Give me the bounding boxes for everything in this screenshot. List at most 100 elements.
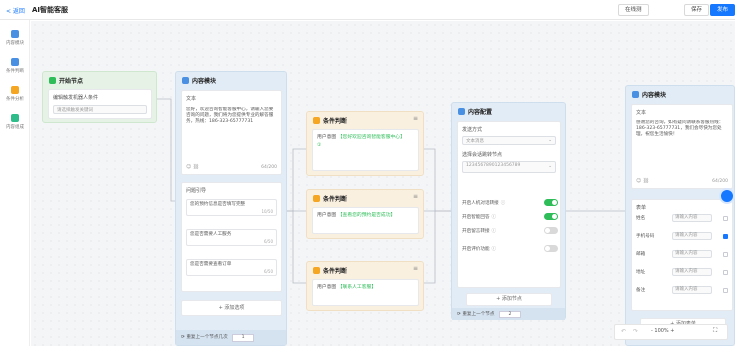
palette-item-compose[interactable]: 内容组成: [2, 114, 28, 130]
form-row-input[interactable]: 请输入内容: [672, 214, 712, 222]
send-mode-select[interactable]: 文本消息 ⌄: [462, 136, 556, 145]
zoom-toolbar: ↶ ↷ - 100% + ⛶: [614, 324, 728, 340]
info-icon: ⓘ: [491, 215, 497, 220]
guide-card: 问题引导 您的预约信息是否填写完整 10/50 您是否需要人工服务 6/50 您…: [181, 182, 282, 292]
palette-label: 内容模块: [6, 41, 24, 46]
form-row-label: 备注: [636, 288, 646, 293]
palette-item-content[interactable]: 内容模块: [2, 30, 28, 46]
repeat-input[interactable]: 1: [232, 334, 255, 342]
undo-icon[interactable]: ↶: [621, 328, 626, 335]
assistant-avatar[interactable]: [719, 188, 735, 204]
start-node[interactable]: 开始节点 编辑触发机器人条件 请选择触发关键词: [42, 71, 157, 123]
redo-icon[interactable]: ↷: [633, 328, 638, 335]
form-row-label: 手机号码: [636, 234, 655, 239]
test-button[interactable]: 在线测: [618, 4, 649, 16]
form-row-label: 邮箱: [636, 252, 646, 257]
condition-icon: [313, 195, 320, 202]
compose-icon: [11, 114, 19, 122]
toggle-row: 开启留言转接 ⓘ: [462, 227, 558, 237]
form-row-input[interactable]: 请输入内容: [672, 232, 712, 240]
palette-item-analysis[interactable]: 条件分析: [2, 86, 28, 102]
guide-item[interactable]: 您的预约信息是否填写完整 10/50: [186, 199, 277, 216]
analysis-icon: [11, 86, 19, 94]
form-row-checkbox[interactable]: [723, 216, 728, 221]
page-title: AI智能客服: [32, 6, 69, 14]
palette-item-condition[interactable]: 条件判断: [2, 58, 28, 74]
repeat-label: 重复上一个节点: [462, 312, 495, 317]
condition-tag[interactable]: 【您好欢迎咨询智能客服中心】: [338, 135, 405, 140]
send-mode-label: 发送方式: [462, 127, 483, 133]
node-header: 条件判断 ≡: [307, 112, 423, 126]
repeat-input[interactable]: 2: [498, 311, 521, 318]
form-row-input[interactable]: 请输入内容: [672, 268, 712, 276]
repeat-label: 重复上一个节点几次: [186, 335, 228, 340]
emoji-icon[interactable]: ☺ ⛓: [186, 164, 199, 170]
top-bar: < 返回 AI智能客服 在线测 保存 发布: [0, 0, 735, 20]
info-icon: ⓘ: [500, 201, 506, 206]
trigger-label: 编辑触发机器人条件: [53, 95, 99, 101]
condition-node-1[interactable]: 条件判断 ≡ 用户意图 【您好欢迎咨询智能客服中心】 ①: [306, 111, 424, 176]
message-text[interactable]: 感谢您的咨询，如有疑问请联系客服热线：186-323-65777731，我们会尽…: [636, 120, 728, 164]
content-config-node[interactable]: 内容配置 发送方式 文本消息 ⌄ 选择会话跳转节点 12345678901234…: [451, 102, 566, 320]
chevron-down-icon: ⌄: [548, 164, 552, 169]
zoom-control[interactable]: - 100% +: [651, 328, 674, 334]
node-header: 内容模块: [626, 86, 734, 100]
content-icon: [632, 91, 639, 98]
toggle-label: 开启人机对话转接: [462, 201, 499, 206]
form-row-checkbox[interactable]: [723, 252, 728, 257]
condition-tag[interactable]: 【查看您的预约是否成功】: [338, 213, 396, 218]
guide-item[interactable]: 您是否需要查看订单 6/50: [186, 259, 277, 276]
node-header: 内容配置: [452, 103, 565, 117]
condition-node-2[interactable]: 条件判断 ≡ 用户意图 【查看您的预约是否成功】: [306, 189, 424, 239]
content-node-2[interactable]: 内容模块 文本 感谢您的咨询，如有疑问请联系客服热线：186-323-65777…: [625, 85, 735, 346]
form-row-label: 姓名: [636, 216, 646, 221]
jump-node-label: 选择会话跳转节点: [462, 152, 503, 158]
back-link[interactable]: < 返回: [6, 6, 25, 15]
guide-item[interactable]: 您是否需要人工服务 6/50: [186, 229, 277, 246]
toggle-label: 开启留言转接: [462, 229, 490, 234]
menu-icon[interactable]: ≡: [413, 115, 418, 122]
condition-tag[interactable]: 【联系人工客服】: [338, 285, 376, 290]
add-option-button[interactable]: + 添加选项: [181, 300, 282, 316]
condition-prefix: 用户意图: [317, 135, 337, 140]
form-row-checkbox[interactable]: [723, 270, 728, 275]
publish-button[interactable]: 发布: [710, 4, 735, 16]
content-node-1[interactable]: 内容模块 文本 您好，欢迎咨询智能客服中心，请输入您要咨询的问题，我们将为您提供…: [175, 71, 287, 346]
emoji-icon[interactable]: ☺ ⛓: [636, 178, 649, 184]
condition-prefix: 用户意图: [317, 213, 337, 218]
toggle-switch[interactable]: [544, 227, 558, 234]
form-row-checkbox[interactable]: [723, 234, 728, 239]
char-count: 64/200: [261, 165, 277, 170]
section-label: 表单: [636, 205, 647, 211]
trigger-select[interactable]: 请选择触发关键词: [53, 105, 147, 114]
node-title: 开始节点: [59, 78, 84, 85]
menu-icon[interactable]: ≡: [413, 193, 418, 200]
message-text[interactable]: 您好，欢迎咨询智能客服中心，请输入您要咨询的问题，我们将为您提供专业的解答服务，…: [186, 107, 277, 151]
jump-node-select[interactable]: 1234567890123456789 ⌄: [462, 161, 556, 173]
fit-view-icon[interactable]: ⛶: [713, 327, 717, 335]
node-header: 条件判断 ≡: [307, 262, 423, 276]
char-count: 6/50: [264, 239, 273, 244]
text-card: 文本 您好，欢迎咨询智能客服中心，请输入您要咨询的问题，我们将为您提供专业的解答…: [181, 90, 282, 175]
toggle-switch[interactable]: [544, 245, 558, 252]
node-palette: 内容模块 条件判断 条件分析 内容组成: [0, 20, 30, 346]
form-row-input[interactable]: 请输入内容: [672, 250, 712, 258]
add-node-button[interactable]: + 添加节点: [466, 293, 552, 306]
start-card: 编辑触发机器人条件 请选择触发关键词: [48, 89, 152, 119]
form-row-input[interactable]: 请输入内容: [672, 286, 712, 294]
config-card: 发送方式 文本消息 ⌄ 选择会话跳转节点 1234567890123456789…: [457, 121, 561, 288]
form-row-checkbox[interactable]: [723, 288, 728, 293]
toggle-switch[interactable]: [544, 213, 558, 220]
flow-canvas[interactable]: 开始节点 编辑触发机器人条件 请选择触发关键词 内容模块 文本 您好，欢迎咨询智…: [31, 21, 735, 346]
save-button[interactable]: 保存: [684, 4, 710, 16]
node-title: 条件判断: [323, 268, 348, 275]
content-icon: [182, 77, 189, 84]
form-row: 姓名 请输入内容: [636, 214, 730, 224]
menu-icon[interactable]: ≡: [413, 265, 418, 272]
condition-card: 用户意图 【您好欢迎咨询智能客服中心】 ①: [312, 129, 419, 171]
toggle-switch[interactable]: [544, 199, 558, 206]
node-header: 条件判断 ≡: [307, 190, 423, 204]
content-icon: [11, 30, 19, 38]
node-title: 内容模块: [192, 78, 217, 85]
condition-node-3[interactable]: 条件判断 ≡ 用户意图 【联系人工客服】: [306, 261, 424, 311]
